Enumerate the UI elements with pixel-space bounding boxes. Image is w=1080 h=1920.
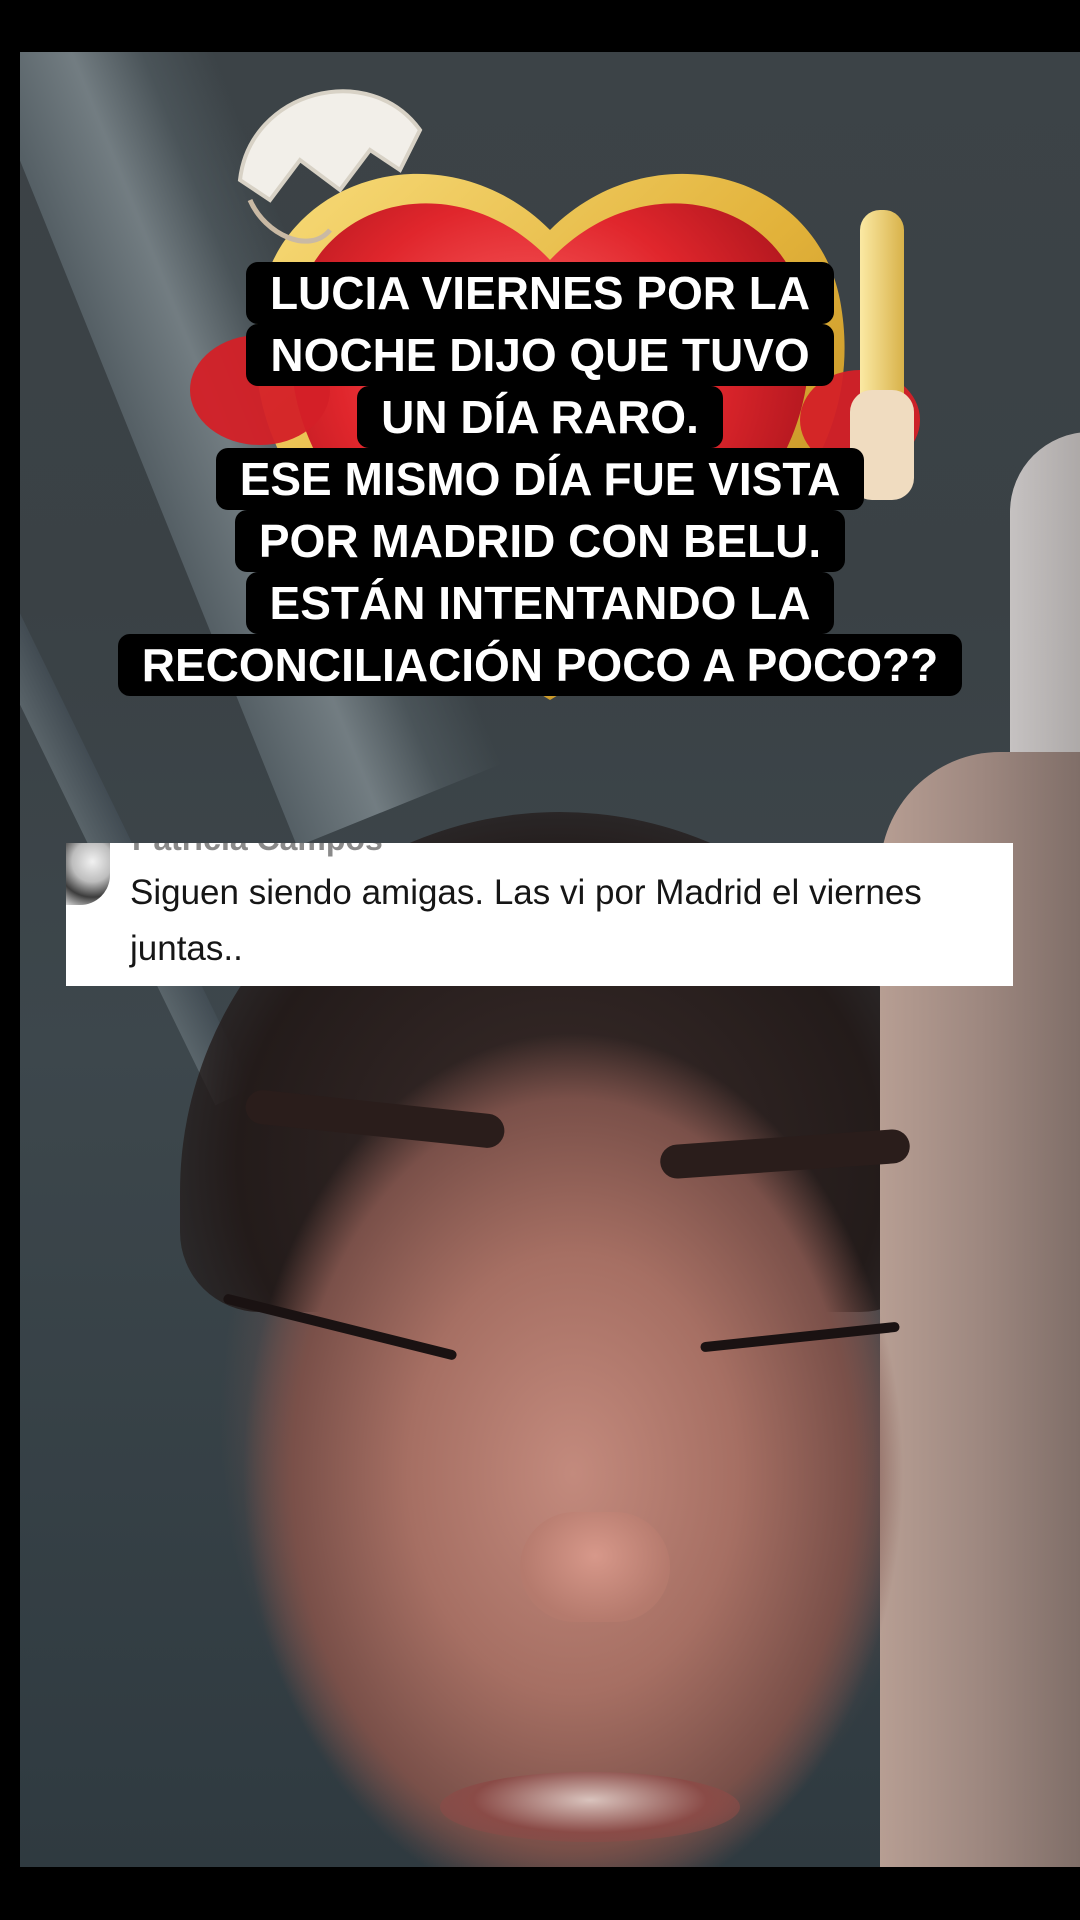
comment-text: Siguen siendo amigas. Las vi por Madrid … (130, 873, 922, 968)
video-frame: LUCIA VIERNES POR LA NOCHE DIJO QUE TUVO… (0, 0, 1080, 1920)
caption-line: NOCHE DIJO QUE TUVO (246, 324, 834, 386)
caption-line: RECONCILIACIÓN POCO A POCO?? (117, 634, 963, 696)
reply-comment-card[interactable]: Patricia Campos Siguen siendo amigas. La… (66, 843, 1013, 986)
nose (520, 1512, 670, 1622)
caption-line: UN DÍA RARO. (357, 386, 723, 448)
commenter-avatar[interactable] (66, 843, 110, 905)
commenter-name[interactable]: Patricia Campos (132, 843, 383, 858)
caption-line: POR MADRID CON BELU. (234, 510, 846, 572)
video-caption: LUCIA VIERNES POR LA NOCHE DIJO QUE TUVO… (0, 262, 1080, 696)
caption-line: ESE MISMO DÍA FUE VISTA (215, 448, 865, 510)
caption-line: LUCIA VIERNES POR LA (245, 262, 835, 324)
caption-line: ESTÁN INTENTANDO LA (245, 572, 835, 634)
mouth (440, 1772, 740, 1842)
